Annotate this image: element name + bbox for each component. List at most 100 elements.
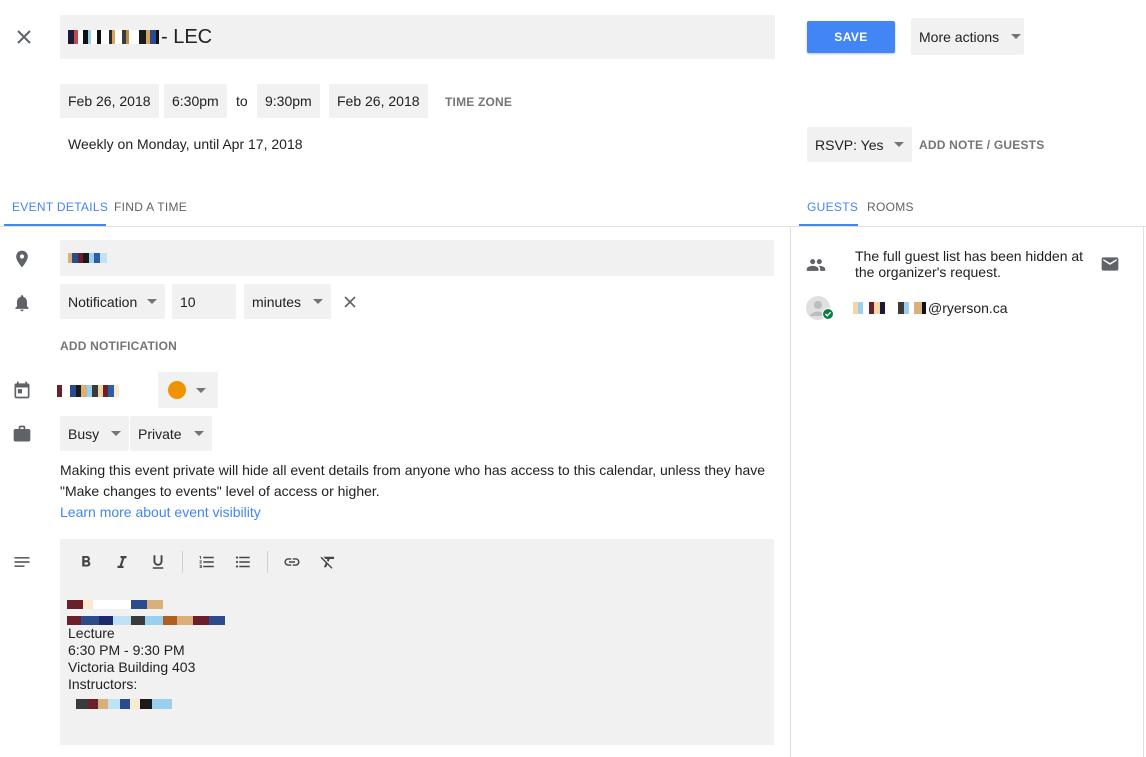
email-guests-button[interactable] bbox=[1100, 254, 1120, 274]
privacy-label: Private bbox=[138, 425, 182, 442]
chevron-down-icon bbox=[196, 387, 206, 393]
redacted-description-line bbox=[67, 596, 165, 612]
time-zone-button[interactable]: TIME ZONE bbox=[445, 95, 512, 109]
bold-button[interactable] bbox=[74, 550, 98, 574]
availability-select[interactable]: Busy bbox=[60, 416, 130, 451]
rsvp-select[interactable]: RSVP: Yes bbox=[807, 127, 912, 162]
redacted-instructor-names bbox=[76, 696, 174, 712]
tabs-divider bbox=[0, 226, 1146, 227]
clear-formatting-icon bbox=[320, 556, 334, 569]
location-pin-icon bbox=[16, 250, 28, 268]
description-line-4: Instructors: bbox=[68, 676, 138, 692]
italic-icon bbox=[117, 556, 127, 568]
save-button[interactable]: SAVE bbox=[807, 21, 895, 53]
event-title-input[interactable]: - LEC bbox=[60, 15, 775, 59]
underline-button[interactable] bbox=[146, 550, 170, 574]
start-time-picker[interactable]: 6:30pm bbox=[164, 84, 227, 118]
notification-row-icon bbox=[12, 293, 32, 313]
close-icon bbox=[17, 30, 31, 44]
redacted-location-text bbox=[68, 253, 107, 263]
bulleted-list-button[interactable] bbox=[231, 550, 255, 574]
bulleted-list-icon bbox=[235, 556, 250, 568]
calendar-row-icon bbox=[12, 380, 32, 400]
clear-formatting-button[interactable] bbox=[316, 550, 340, 574]
start-date-picker[interactable]: Feb 26, 2018 bbox=[60, 84, 159, 118]
redacted-title-text bbox=[68, 30, 159, 44]
chevron-down-icon bbox=[193, 431, 204, 436]
panel-divider bbox=[790, 227, 791, 757]
guest-notice-line1: The full guest list has been hidden at bbox=[855, 248, 1084, 264]
tab-guests[interactable]: GUESTS bbox=[807, 200, 858, 214]
description-line-3: Victoria Building 403 bbox=[68, 659, 196, 675]
guest-email-suffix: @ryerson.ca bbox=[928, 300, 1008, 316]
numbered-list-icon bbox=[199, 556, 214, 568]
more-actions-label: More actions bbox=[919, 28, 1000, 45]
calendar-icon bbox=[14, 381, 30, 399]
to-label: to bbox=[236, 93, 248, 109]
notification-unit-select[interactable]: minutes bbox=[244, 284, 332, 319]
right-edge-divider bbox=[1143, 227, 1144, 757]
briefcase-icon bbox=[13, 425, 31, 442]
redacted-calendar-name bbox=[57, 385, 119, 397]
notification-amount-input[interactable]: 10 bbox=[172, 284, 236, 319]
privacy-select[interactable]: Private bbox=[130, 416, 212, 451]
guest-row[interactable]: @ryerson.ca bbox=[853, 300, 1008, 316]
tab-find-a-time[interactable]: FIND A TIME bbox=[114, 200, 187, 214]
privacy-notice-line1: Making this event private will hide all … bbox=[60, 462, 766, 478]
toolbar-separator bbox=[182, 551, 183, 573]
recurrence-select[interactable]: Weekly on Monday, until Apr 17, 2018 bbox=[68, 136, 303, 152]
people-icon bbox=[806, 259, 826, 271]
description-line-1: Lecture bbox=[68, 625, 115, 641]
numbered-list-button[interactable] bbox=[195, 550, 219, 574]
description-line-2: 6:30 PM - 9:30 PM bbox=[68, 642, 185, 658]
privacy-notice-line2: "Make changes to events" level of access… bbox=[60, 483, 380, 499]
bold-icon bbox=[82, 556, 91, 567]
calendar-color-select[interactable] bbox=[158, 372, 218, 408]
bell-icon bbox=[15, 295, 29, 312]
notification-type-select[interactable]: Notification bbox=[60, 284, 166, 319]
description-editor[interactable]: Lecture 6:30 PM - 9:30 PM Victoria Build… bbox=[60, 539, 774, 745]
insert-link-button[interactable] bbox=[280, 550, 304, 574]
close-icon bbox=[344, 296, 356, 308]
underline-icon bbox=[152, 555, 164, 569]
visibility-row-icon bbox=[12, 424, 32, 444]
guest-notice-line2: the organizer's request. bbox=[855, 264, 1001, 280]
guest-avatar bbox=[806, 296, 836, 322]
close-button[interactable] bbox=[12, 25, 36, 49]
availability-label: Busy bbox=[68, 425, 100, 442]
chevron-down-icon bbox=[893, 142, 904, 147]
remove-notification-button[interactable] bbox=[342, 294, 358, 310]
calendar-color-dot bbox=[168, 381, 186, 399]
chevron-down-icon bbox=[313, 299, 324, 304]
notification-type-label: Notification bbox=[68, 293, 138, 310]
learn-more-visibility-link[interactable]: Learn more about event visibility bbox=[60, 504, 261, 520]
add-note-guests-button[interactable]: ADD NOTE / GUESTS bbox=[919, 138, 1044, 152]
location-input[interactable] bbox=[60, 240, 774, 276]
notes-icon bbox=[14, 557, 30, 567]
more-actions-button[interactable]: More actions bbox=[911, 18, 1024, 55]
redacted-guest-email bbox=[853, 302, 926, 314]
description-row-icon bbox=[12, 552, 32, 572]
tab-rooms[interactable]: ROOMS bbox=[867, 200, 914, 214]
guests-row-icon bbox=[806, 255, 826, 275]
formatting-toolbar bbox=[74, 550, 340, 574]
rsvp-label: RSVP: Yes bbox=[815, 136, 884, 153]
italic-button[interactable] bbox=[110, 550, 134, 574]
chevron-down-icon bbox=[147, 299, 158, 304]
toolbar-separator bbox=[267, 551, 268, 573]
end-date-picker[interactable]: Feb 26, 2018 bbox=[329, 84, 428, 118]
event-title-suffix: - LEC bbox=[161, 25, 213, 48]
chevron-down-icon bbox=[1011, 34, 1022, 39]
description-text: Lecture 6:30 PM - 9:30 PM Victoria Build… bbox=[68, 625, 195, 693]
chevron-down-icon bbox=[111, 431, 122, 436]
email-icon bbox=[1101, 257, 1119, 271]
notification-unit-label: minutes bbox=[252, 293, 302, 310]
end-time-picker[interactable]: 9:30pm bbox=[257, 84, 320, 118]
link-icon bbox=[284, 558, 300, 566]
add-notification-button[interactable]: ADD NOTIFICATION bbox=[60, 339, 177, 353]
avatar-icon bbox=[806, 296, 834, 320]
location-row-icon bbox=[12, 249, 32, 269]
tab-event-details[interactable]: EVENT DETAILS bbox=[12, 200, 108, 214]
calendar-name-select[interactable] bbox=[57, 384, 121, 400]
privacy-notice: Making this event private will hide all … bbox=[60, 460, 780, 502]
